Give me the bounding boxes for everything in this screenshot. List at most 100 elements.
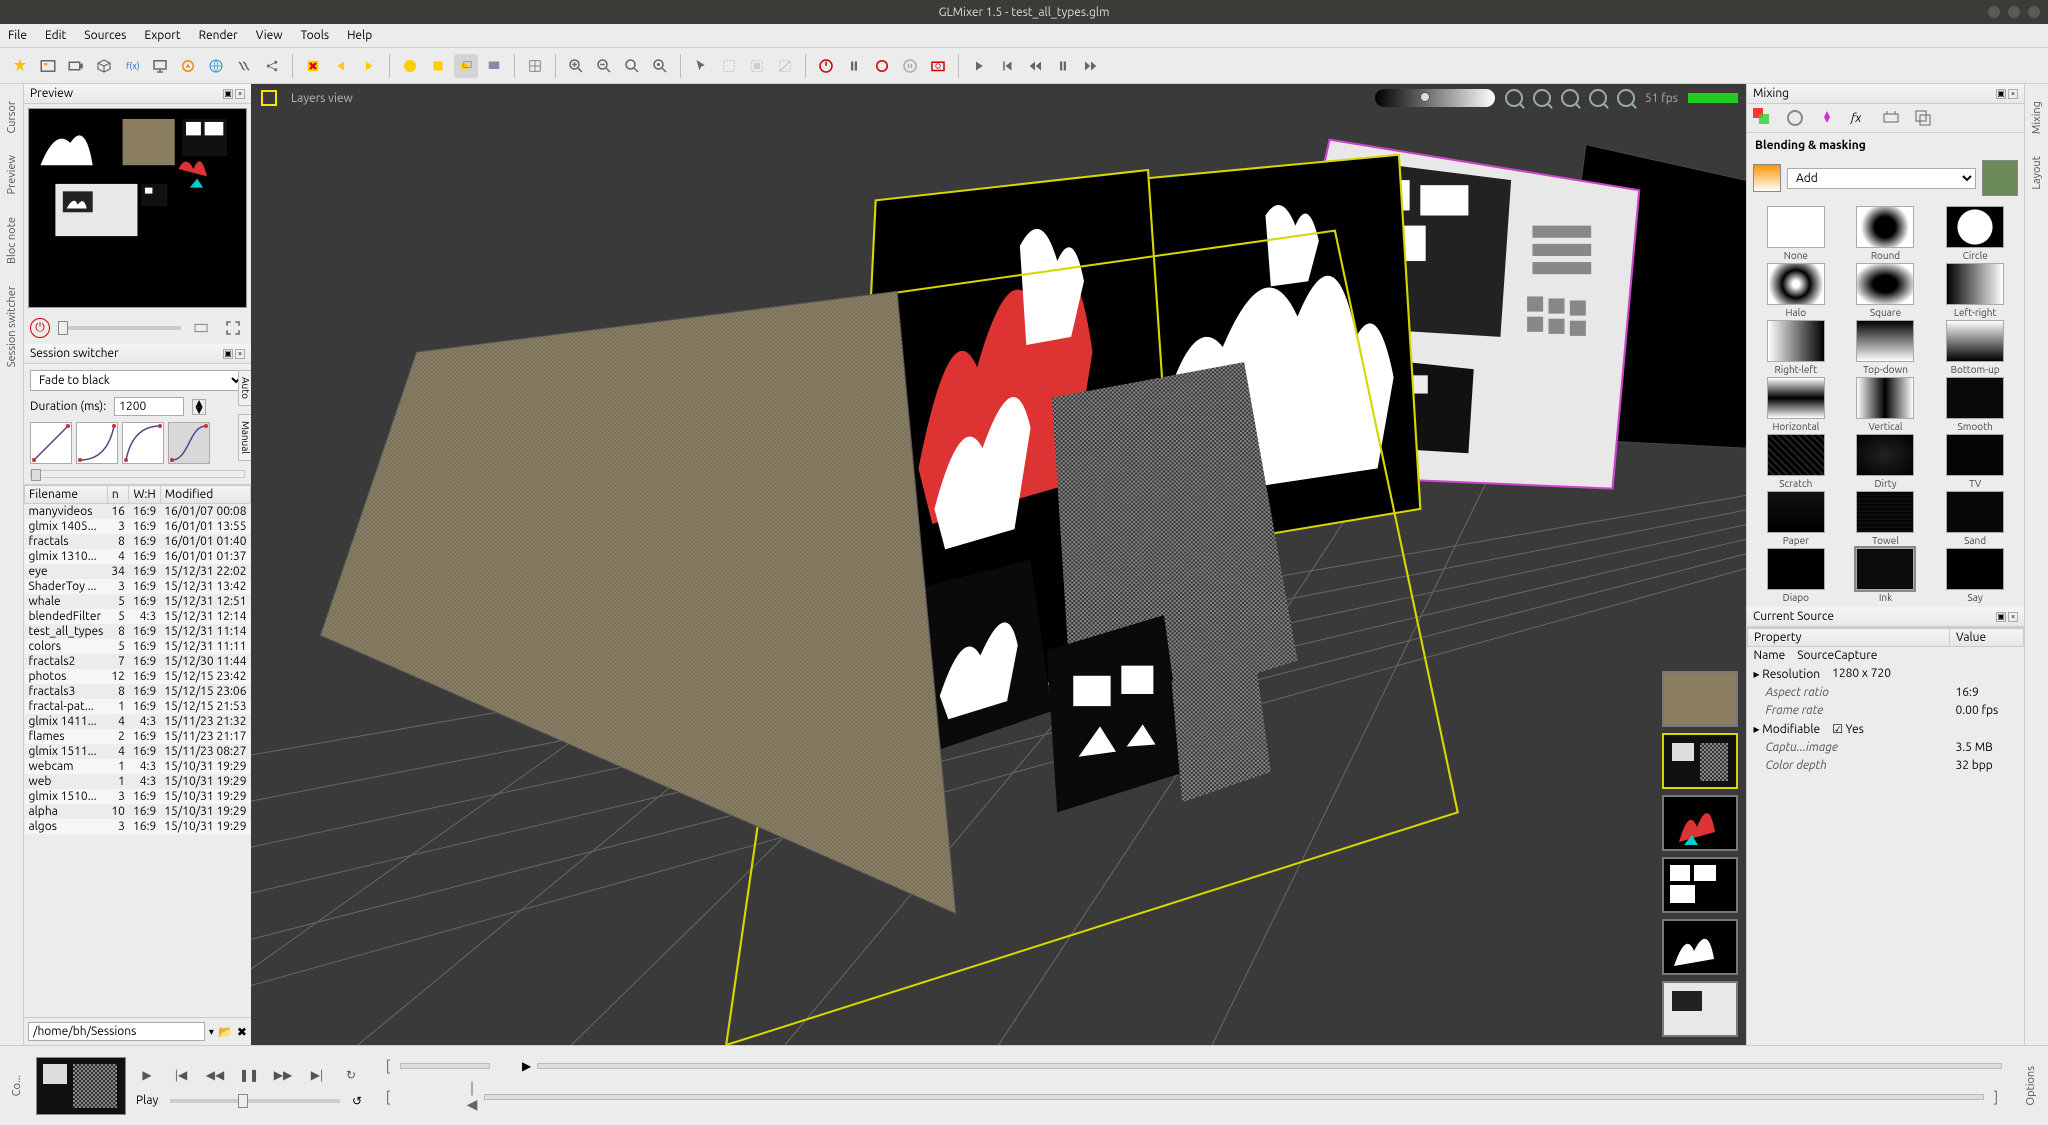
output-power-button[interactable]: ⏻ — [30, 318, 50, 338]
dock-tab-cursor[interactable]: Cursor — [3, 92, 21, 142]
loop-button[interactable]: ↻ — [340, 1064, 362, 1086]
mask-scratch[interactable]: Scratch — [1757, 434, 1835, 489]
menu-edit[interactable]: Edit — [45, 29, 66, 42]
mask-halo[interactable]: Halo — [1757, 263, 1835, 318]
mask-vertical[interactable]: Vertical — [1847, 377, 1925, 432]
prop-row[interactable]: NameSourceCapture — [1748, 647, 1950, 665]
play-marker-icon[interactable]: ▶ — [522, 1059, 531, 1073]
mask-horizontal[interactable]: Horizontal — [1757, 377, 1835, 432]
table-row[interactable]: manyvideos1616:916/01/07 00:08 — [25, 504, 251, 520]
share-icon[interactable] — [260, 54, 284, 78]
select-all-icon[interactable] — [745, 54, 769, 78]
speed-slider[interactable] — [170, 1099, 340, 1103]
svg-icon[interactable] — [176, 54, 200, 78]
prop-row[interactable]: Color depth32 bpp — [1748, 757, 2024, 775]
table-row[interactable]: whale516:915/12/31 12:51 — [25, 594, 251, 609]
table-row[interactable]: webcam14:315/10/31 19:29 — [25, 759, 251, 774]
pause-button[interactable]: ❚❚ — [238, 1064, 260, 1086]
snapshot-icon[interactable] — [926, 54, 950, 78]
zoom-reset-icon[interactable] — [620, 54, 644, 78]
table-row[interactable]: photos1216:915/12/15 23:42 — [25, 669, 251, 684]
scroll-thumb[interactable] — [31, 469, 41, 481]
output-alpha-slider[interactable] — [58, 326, 181, 330]
next-icon[interactable] — [357, 54, 381, 78]
table-row[interactable]: glmix 1511...416:915/11/23 08:27 — [25, 744, 251, 759]
menu-render[interactable]: Render — [199, 29, 238, 42]
menu-export[interactable]: Export — [144, 29, 180, 42]
goto-end-button[interactable]: ▶| — [306, 1064, 328, 1086]
table-row[interactable]: ShaderToy ...316:915/12/31 13:42 — [25, 579, 251, 594]
viewport-alpha-slider[interactable] — [1375, 89, 1495, 107]
color-tab-icon[interactable] — [1785, 108, 1805, 128]
table-row[interactable]: fractals2716:915/12/30 11:44 — [25, 654, 251, 669]
mask-towel[interactable]: Towel — [1847, 491, 1925, 546]
layer-thumb[interactable] — [1662, 671, 1738, 727]
table-row[interactable]: alpha1016:915/10/31 19:29 — [25, 804, 251, 819]
table-row[interactable]: glmix 1405...316:916/01/01 13:55 — [25, 519, 251, 534]
prop-row[interactable]: ▸ Modifiable☑ Yes — [1748, 720, 1950, 739]
fullscreen-icon[interactable] — [221, 316, 245, 340]
prop-row[interactable]: ▸ Resolution1280 x 720 — [1748, 665, 1950, 684]
goto-start-button[interactable]: |◀ — [170, 1064, 192, 1086]
bottom-tab[interactable]: Co... — [8, 1066, 26, 1105]
web-icon[interactable] — [204, 54, 228, 78]
mask-dirty[interactable]: Dirty — [1847, 434, 1925, 489]
transition-select[interactable]: Fade to black — [30, 370, 245, 391]
col-modified[interactable]: Modified — [160, 486, 250, 504]
delete-icon[interactable] — [301, 54, 325, 78]
undock-icon[interactable]: ▣ — [1996, 89, 2006, 99]
table-row[interactable]: fractal-pat...116:915/12/15 21:53 — [25, 699, 251, 714]
maximize-button[interactable] — [2008, 6, 2020, 18]
timeline-seek[interactable] — [537, 1063, 2002, 1069]
mask-smooth[interactable]: Smooth — [1936, 377, 2014, 432]
zoom-in-icon[interactable] — [564, 54, 588, 78]
table-row[interactable]: eye3416:915/12/31 22:02 — [25, 564, 251, 579]
blend-mode-select[interactable]: Add — [1787, 168, 1976, 189]
layer-thumb[interactable] — [1662, 795, 1738, 851]
mark-in-icon[interactable]: [ — [382, 1058, 394, 1074]
mask-circle[interactable]: Circle — [1936, 206, 2014, 261]
dock-tab-session-switcher[interactable]: Session switcher — [3, 277, 21, 376]
curve-linear[interactable] — [30, 422, 72, 464]
close-panel-icon[interactable]: × — [2008, 89, 2018, 99]
undock-icon[interactable]: ▣ — [223, 349, 233, 359]
curve-ease-in-out[interactable] — [168, 422, 210, 464]
rendering-view-icon[interactable] — [482, 54, 506, 78]
timeline-in[interactable] — [400, 1063, 490, 1069]
timeline-range[interactable] — [484, 1094, 1984, 1100]
zoom-reset-icon[interactable] — [1617, 89, 1635, 107]
mask-right-left[interactable]: Right-left — [1757, 320, 1835, 375]
mask-left-right[interactable]: Left-right — [1936, 263, 2014, 318]
close-panel-icon[interactable]: × — [2008, 612, 2018, 622]
mask-bottom-up[interactable]: Bottom-up — [1936, 320, 2014, 375]
pause-icon[interactable] — [1051, 54, 1075, 78]
table-row[interactable]: algos316:915/10/31 19:29 — [25, 819, 251, 834]
session-path-input[interactable] — [28, 1022, 205, 1041]
reset-speed-icon[interactable]: ↺ — [352, 1094, 362, 1108]
close-button[interactable] — [2028, 6, 2040, 18]
fx-tab-icon[interactable]: fx — [1849, 108, 1869, 128]
table-row[interactable]: fractals816:916/01/01 01:40 — [25, 534, 251, 549]
layer-thumb[interactable] — [1662, 857, 1738, 913]
mask-diapo[interactable]: Diapo — [1757, 548, 1835, 603]
blending-tab-icon[interactable] — [1753, 108, 1773, 128]
col-filename[interactable]: Filename — [25, 486, 108, 504]
duration-input[interactable] — [114, 397, 184, 416]
mask-square[interactable]: Square — [1847, 263, 1925, 318]
rewind-icon[interactable] — [1023, 54, 1047, 78]
table-row[interactable]: glmix 1310...416:916/01/01 01:37 — [25, 549, 251, 564]
layer-thumb[interactable] — [1662, 919, 1738, 975]
mask-say[interactable]: Say — [1936, 548, 2014, 603]
prop-row[interactable]: Aspect ratio16:9 — [1748, 684, 2024, 702]
minimize-button[interactable] — [1988, 6, 2000, 18]
menu-file[interactable]: File — [8, 29, 27, 42]
step-fwd-button[interactable]: ▶▶ — [272, 1064, 294, 1086]
options-tab[interactable]: Options — [2022, 1057, 2040, 1114]
zoom-out-icon[interactable] — [1533, 89, 1551, 107]
table-row[interactable]: colors516:915/12/31 11:11 — [25, 639, 251, 654]
media-icon[interactable] — [36, 54, 60, 78]
table-row[interactable]: flames216:915/11/23 21:17 — [25, 729, 251, 744]
filter-tab-icon[interactable] — [1817, 108, 1837, 128]
open-folder-icon[interactable]: 📂 — [218, 1025, 233, 1039]
mask-round[interactable]: Round — [1847, 206, 1925, 261]
